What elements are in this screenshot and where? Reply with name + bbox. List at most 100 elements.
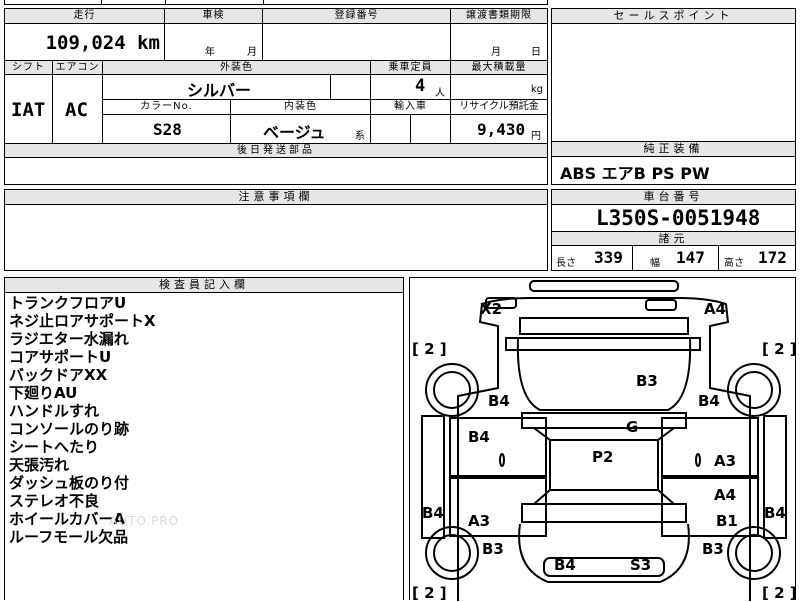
damage-label: B4 [554,556,576,574]
note-item: ダッシュ板のり付 [9,474,130,492]
mileage-value: 109,024 km [45,32,160,54]
height-value: 172 [758,248,787,267]
damage-label: B1 [716,512,738,530]
capacity-value: 4 [415,76,426,96]
inspector-label: 検査員記入欄 [5,278,403,293]
aircon-cell: AC [53,75,103,143]
width-label: 幅 [650,258,660,269]
aircon-value: AC [65,99,88,121]
inspection-cell: 年 月 [165,24,263,60]
damage-label: B4 [422,504,444,522]
damage-diagram-box: [ 2 ] [ 2 ] [ 2 ] [ 2 ] X2 A4 B3 B4 B4 B… [409,277,797,602]
capacity-cell: 4 人 [371,75,451,99]
transfer-day: 日 [531,47,541,58]
vehicle-info-table: 走行 車検 登録番号 譲渡書類期限 109,024 km 年 月 月 日 シフト… [4,8,548,185]
top-strip [4,0,548,5]
equipment-label: 純正装備 [552,142,795,157]
equipment-value: ABS エアB PS PW [560,164,710,183]
caution-box: 注意事項欄 [4,189,548,271]
interior-value: ベージュ [263,123,326,142]
exterior-label: 外装色 [103,61,371,75]
damage-label: B3 [636,372,658,390]
color-no-cell: S28 [103,115,231,143]
max-load-cell: kg [451,75,547,99]
note-item: ラジエター水漏れ [9,330,129,348]
exterior-cell: シルバー [103,75,331,100]
recycle-unit: 円 [531,131,541,142]
transfer-label: 譲渡書類期限 [451,9,547,24]
shift-value: IAT [11,99,46,121]
width-value: 147 [676,248,705,267]
inspector-notes-list: トランクフロアU ネジ止ロアサポートX ラジエター水漏れ コアサポートU バック… [9,294,156,546]
chassis-value: L350S-0051948 [596,206,761,230]
damage-label: B3 [702,540,724,558]
note-item: コンソールのり跡 [9,420,130,438]
damage-label: B4 [764,504,786,522]
height-label: 高さ [724,258,744,269]
sales-point-box: セールスポイント [551,8,796,154]
damage-label: A4 [704,300,727,318]
interior-label: 内装色 [231,100,371,114]
damage-label: B4 [488,392,510,410]
damage-label: G [626,418,639,436]
damage-label: B4 [698,392,720,410]
max-load-label: 最大積載量 [451,61,547,75]
capacity-unit: 人 [435,88,445,99]
damage-label: B3 [482,540,504,558]
chassis-label: 車台番号 [552,190,795,205]
damage-label: S3 [630,556,652,574]
recycle-cell: 9,430 円 [451,115,547,143]
mileage-cell: 109,024 km [5,24,165,60]
caution-label: 注意事項欄 [5,190,547,205]
mileage-label: 走行 [5,9,165,24]
damage-label: B4 [468,428,490,446]
recycle-value: 9,430 [477,120,526,139]
note-item: ネジ止ロアサポートX [9,312,156,330]
inspector-box: 検査員記入欄 トランクフロアU ネジ止ロアサポートX ラジエター水漏れ コアサポ… [4,277,404,600]
note-item: ルーフモール欠品 [9,528,129,546]
transfer-cell: 月 日 [451,24,547,60]
note-item: コアサポートU [9,348,112,366]
specs-row: 長さ 339 幅 147 高さ 172 [552,246,795,270]
damage-label: A3 [714,452,737,470]
note-item: 天張汚れ [9,456,70,474]
inspection-label: 車検 [165,9,263,24]
sales-point-label: セールスポイント [552,9,795,24]
shipping-label: 後日発送部品 [5,144,547,158]
damage-label: A4 [714,486,737,504]
damage-label: X2 [480,300,503,318]
chassis-specs-box: 車台番号 L350S-0051948 諸元 長さ 339 幅 147 高さ 17… [551,189,796,271]
watermark: AUTO.PRO [109,514,180,528]
length-label: 長さ [556,258,576,269]
tire-rating-rear-right: [ 2 ] [762,584,797,602]
transfer-month: 月 [491,47,501,58]
specs-label: 諸元 [552,231,795,246]
tire-rating-front-right: [ 2 ] [762,340,797,358]
equipment-box: 純正装備 ABS エアB PS PW [551,141,796,185]
damage-label: P2 [592,448,614,466]
inspection-year: 年 [205,47,215,58]
color-no-label: カラーNo. [103,100,231,114]
inspection-month: 月 [247,47,257,58]
aircon-label: エアコン [53,61,103,75]
note-item: 下廻りAU [9,384,78,402]
note-item: シートへたり [9,438,100,456]
max-load-unit: kg [530,84,543,95]
import-label: 輸入車 [371,100,451,114]
tire-rating-rear-left: [ 2 ] [412,584,447,602]
exterior-value: シルバー [187,81,252,100]
tire-rating-front-left: [ 2 ] [412,340,447,358]
recycle-label: リサイクル預託金 [451,100,547,114]
registration-cell [263,24,451,60]
shift-cell: IAT [5,75,53,143]
length-value: 339 [594,248,623,267]
shift-label: シフト [5,61,53,75]
note-item: バックドアXX [9,366,108,384]
note-item: ハンドルすれ [9,402,100,420]
capacity-label: 乗車定員 [371,61,451,75]
damage-label: A3 [468,512,491,530]
note-item: トランクフロアU [9,294,127,312]
registration-label: 登録番号 [263,9,451,24]
interior-suffix: 系 [355,131,365,142]
color-no-value: S28 [153,120,182,139]
